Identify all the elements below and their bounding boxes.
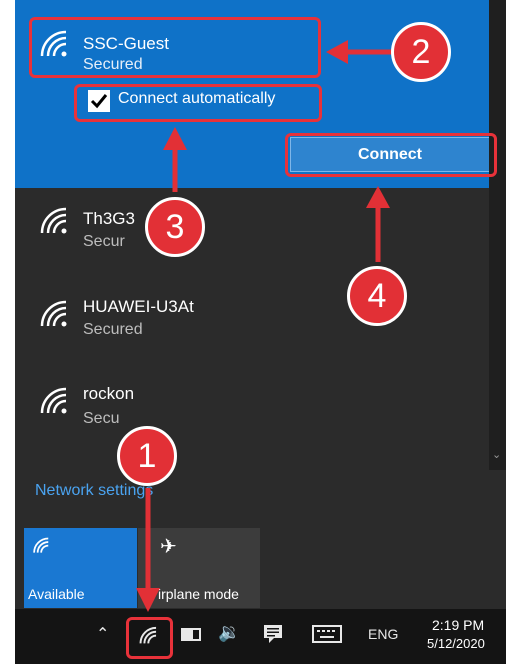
wifi-quick-action[interactable]: Available [24, 528, 137, 608]
network-status: Secured [83, 321, 143, 338]
network-status: Secured [83, 56, 143, 73]
keyboard-icon[interactable] [312, 624, 342, 644]
callout-badge-2: 2 [391, 22, 451, 82]
battery-icon[interactable] [181, 628, 201, 641]
connect-button[interactable]: Connect [290, 137, 490, 172]
callout-badge-4: 4 [347, 266, 407, 326]
wifi-icon [33, 537, 49, 553]
input-language[interactable]: ENG [368, 626, 398, 642]
scroll-down-icon[interactable]: ⌄ [492, 448, 501, 461]
wifi-icon [40, 300, 67, 327]
action-center-icon[interactable] [262, 623, 284, 645]
connect-automatically-checkbox[interactable] [88, 90, 110, 112]
network-settings-link[interactable]: Network settings [35, 482, 153, 500]
wifi-icon[interactable] [136, 624, 158, 646]
show-hidden-icons-chevron-icon[interactable]: ⌃ [96, 624, 109, 643]
network-flyout: SSC-Guest Secured Connect automatically … [15, 0, 506, 609]
volume-icon[interactable]: 🔉 [218, 622, 240, 643]
network-name: rockon [83, 384, 135, 403]
network-status: Secu [83, 410, 120, 427]
network-name: Th3G3 [83, 209, 135, 228]
wifi-icon [40, 387, 67, 414]
airplane-mode-quick-action[interactable]: ✈ irplane mode [138, 528, 260, 608]
airplane-mode-label: irplane mode [158, 586, 239, 602]
clock-date[interactable]: 5/12/2020 [427, 636, 485, 651]
taskbar: ⌃ 🔉 ENG 2:19 PM 5/12/2020 [15, 609, 506, 664]
network-name: HUAWEI-U3At [83, 297, 194, 316]
checkmark-icon [90, 94, 108, 109]
scrollbar[interactable] [489, 0, 506, 470]
callout-badge-1: 1 [117, 426, 177, 486]
wifi-icon [40, 207, 67, 234]
callout-badge-3: 3 [145, 197, 205, 257]
network-name: SSC-Guest [83, 34, 169, 53]
wifi-icon [40, 30, 67, 57]
network-status: Secur [83, 233, 125, 250]
airplane-icon: ✈ [160, 534, 177, 558]
connect-automatically-label[interactable]: Connect automatically [118, 90, 275, 108]
wifi-quick-action-label: Available [28, 586, 85, 602]
clock-time[interactable]: 2:19 PM [432, 617, 484, 633]
